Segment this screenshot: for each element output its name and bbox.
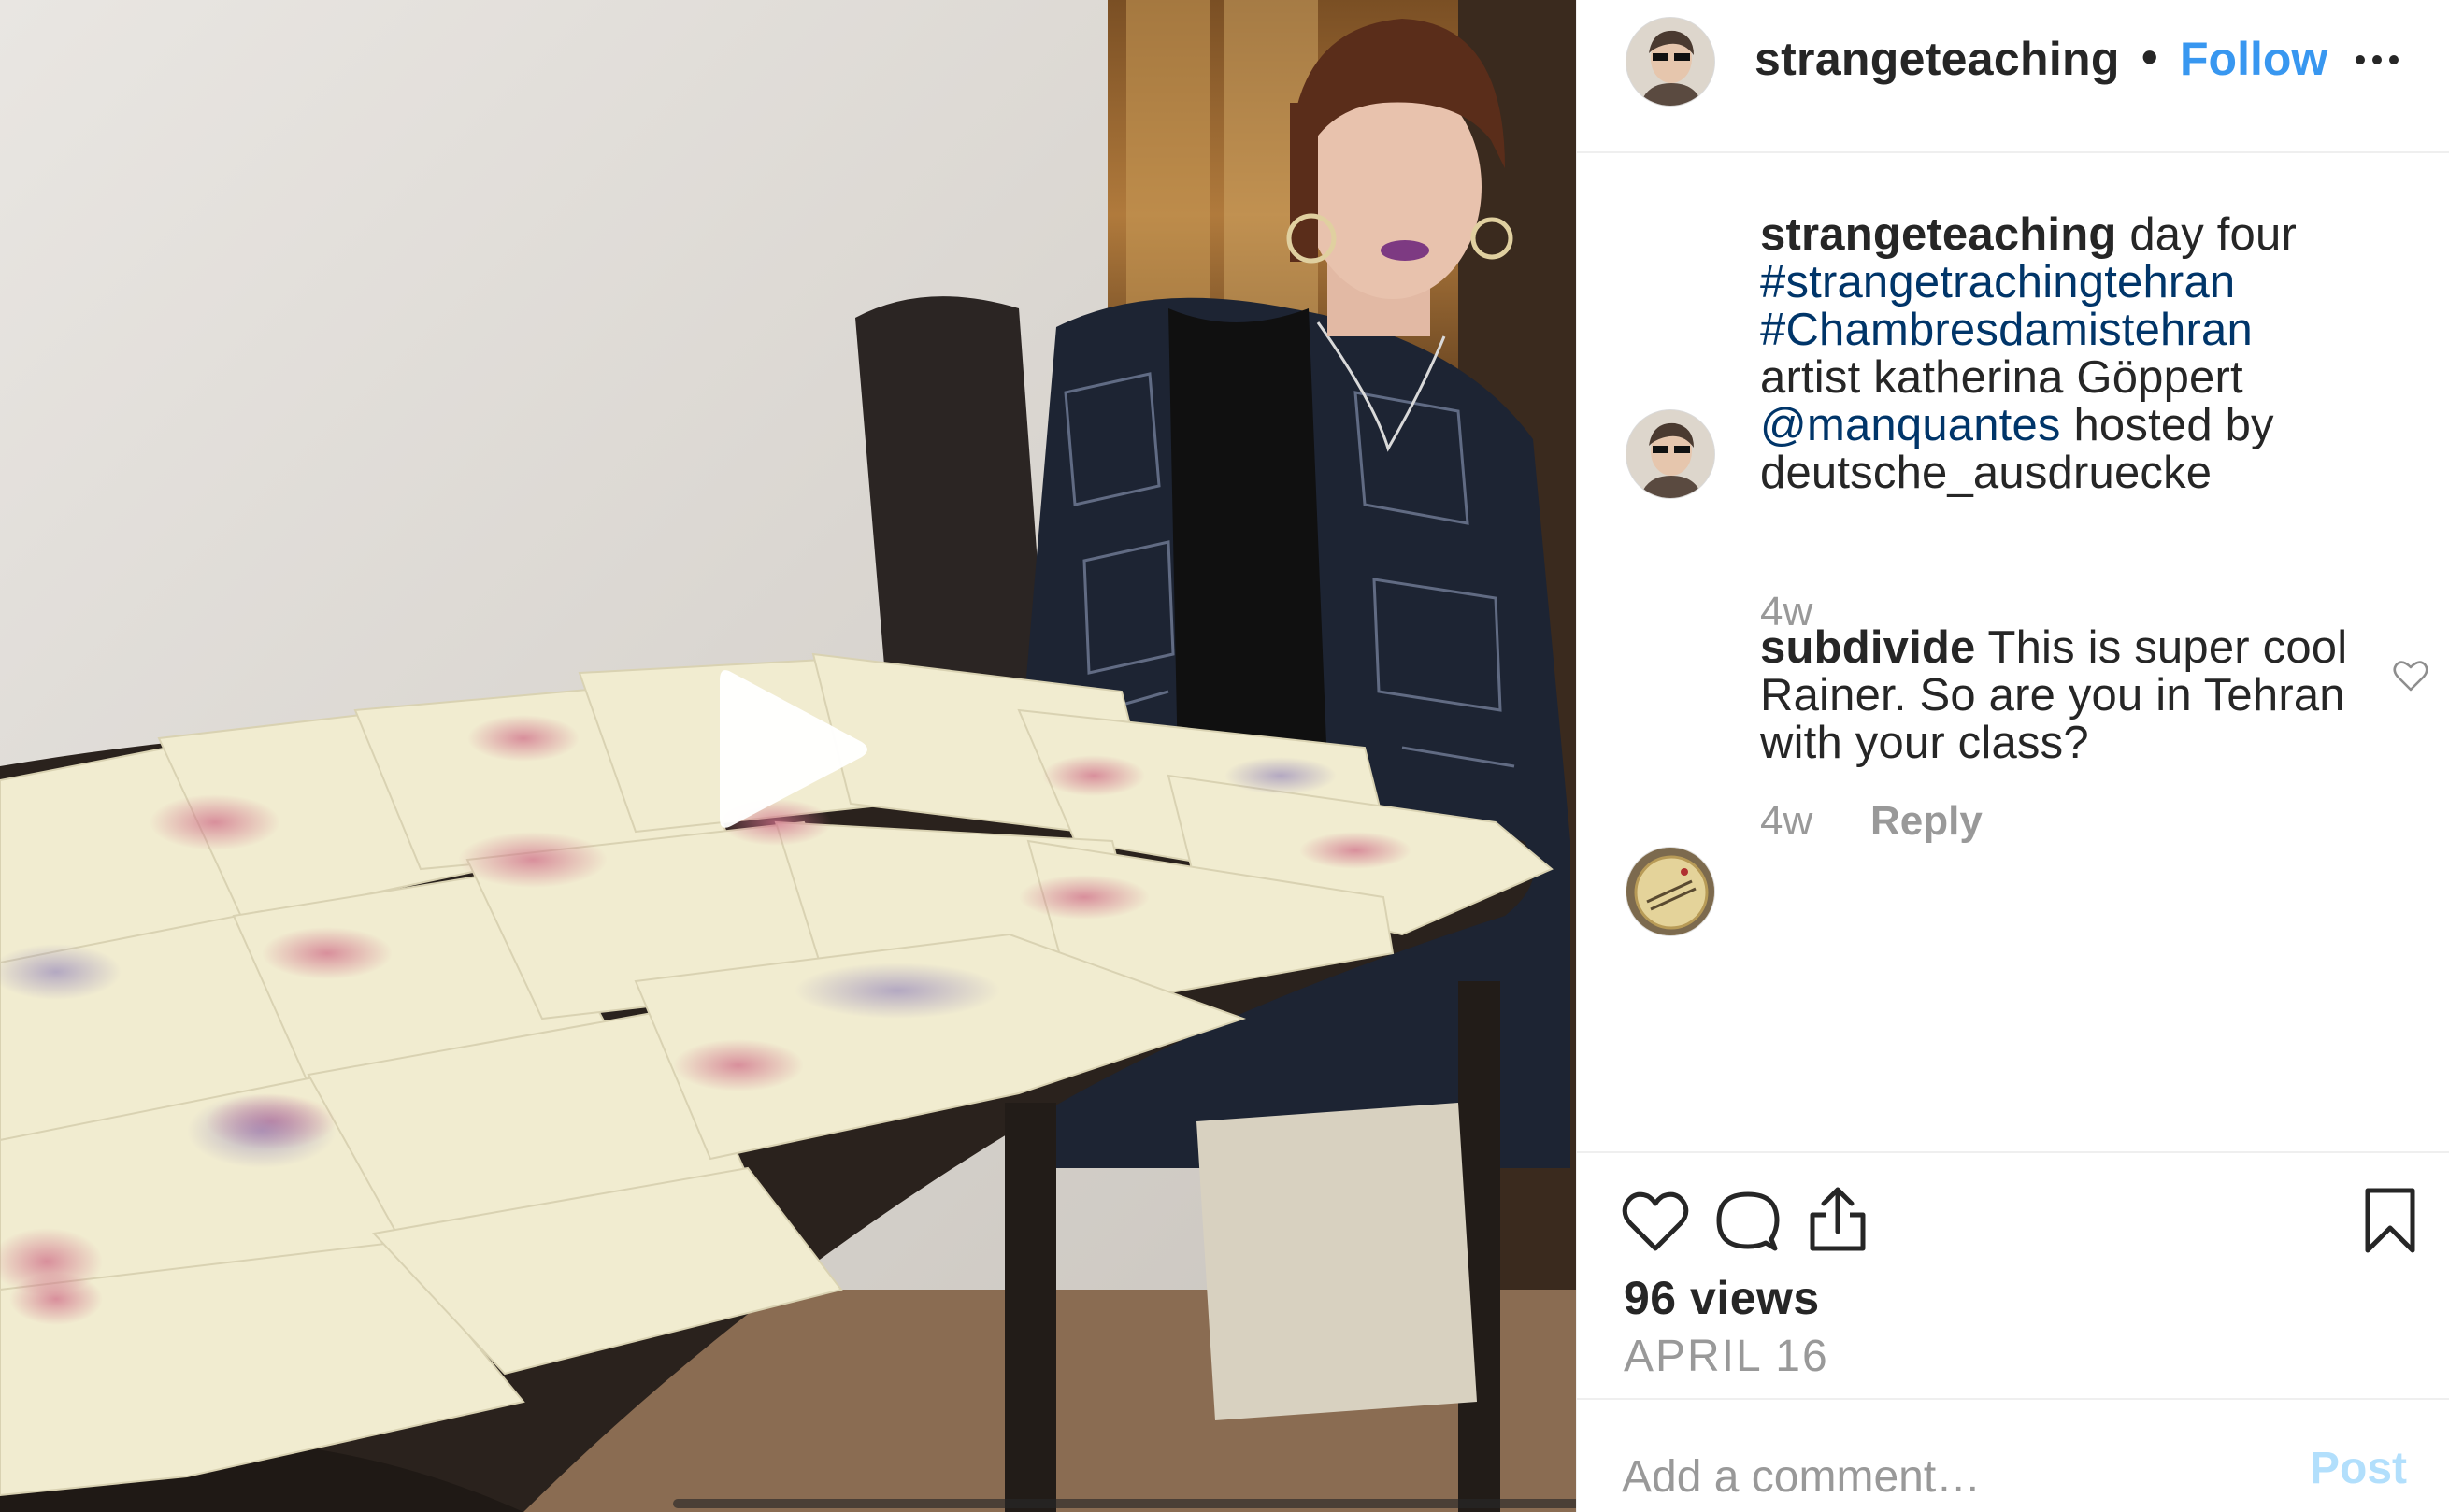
post-date[interactable]: APRIL 16 xyxy=(1624,1331,1829,1382)
comments-list[interactable]: strangeteaching day four #strangetrachin… xyxy=(1577,155,2449,1151)
comment-bubble-icon[interactable] xyxy=(1715,1189,1781,1254)
mention-link[interactable]: @manquantes xyxy=(1760,400,2061,450)
follow-button[interactable]: Follow xyxy=(2180,32,2327,86)
post-media[interactable] xyxy=(0,0,1576,1512)
hashtag-link[interactable]: #strangetrachingtehran xyxy=(1760,257,2235,307)
more-options-icon[interactable] xyxy=(2349,41,2405,78)
view-count[interactable]: 96 views xyxy=(1624,1271,1820,1325)
profile-avatar-sunglasses-icon xyxy=(1626,18,1714,106)
bookmark-icon[interactable] xyxy=(2364,1187,2416,1254)
profile-avatar-sunglasses-icon xyxy=(1626,410,1714,498)
hashtag-link[interactable]: #Chambresdamistehran xyxy=(1760,305,2253,355)
comment-item: subdivide This is super cool Rainer. So … xyxy=(1577,624,2449,998)
post-header: strangeteaching • Follow xyxy=(1577,0,2449,153)
separator-dot: • xyxy=(2141,31,2158,83)
post-side-panel: strangeteaching • Follow strangeteaching… xyxy=(1576,0,2449,1512)
caption-avatar[interactable] xyxy=(1626,409,1715,499)
add-comment-input[interactable] xyxy=(1622,1439,2276,1512)
caption-username[interactable]: strangeteaching xyxy=(1760,209,2116,260)
comment-avatar[interactable] xyxy=(1626,847,1715,936)
share-icon[interactable] xyxy=(1807,1185,1869,1254)
comment-username[interactable]: subdivide xyxy=(1760,622,1976,673)
caption-text-4: deutsche_ausdruecke xyxy=(1760,448,2213,498)
post-comment-button[interactable]: Post xyxy=(2310,1443,2407,1494)
comment-timestamp[interactable]: 4w xyxy=(1760,798,1812,845)
add-comment-bar: Post xyxy=(1577,1398,2449,1512)
comment-text: subdivide This is super cool Rainer. So … xyxy=(1760,624,2358,767)
play-icon[interactable] xyxy=(707,658,875,841)
horizontal-scrollbar[interactable] xyxy=(673,1499,1576,1508)
heart-icon[interactable] xyxy=(1622,1191,1689,1252)
reply-button[interactable]: Reply xyxy=(1870,798,1983,845)
caption-text-3: hosted by xyxy=(2073,400,2274,450)
caption: strangeteaching day four #strangetrachin… xyxy=(1577,211,2449,660)
profile-avatar[interactable] xyxy=(1626,17,1715,107)
post-actions: 96 views APRIL 16 xyxy=(1577,1151,2449,1398)
caption-text-1: day four xyxy=(2129,209,2297,260)
badge-avatar-icon xyxy=(1626,848,1714,935)
caption-text-2: artist katherina Göppert xyxy=(1760,352,2243,403)
caption-text: strangeteaching day four #strangetrachin… xyxy=(1760,211,2358,497)
post-author-username[interactable]: strangeteaching xyxy=(1754,32,2138,86)
heart-outline-icon[interactable] xyxy=(2392,658,2429,695)
